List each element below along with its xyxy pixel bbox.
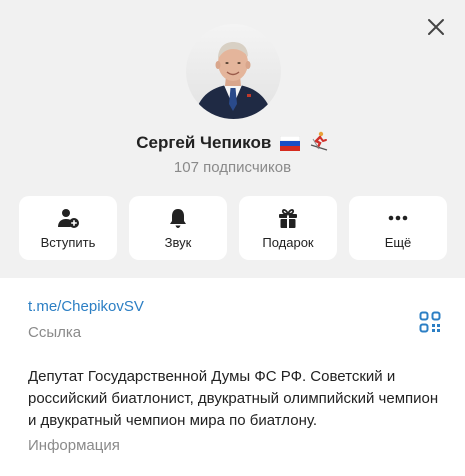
subscriber-count: 107 подписчиков [173,159,292,176]
sound-button-label: Звук [164,235,192,250]
gift-icon [279,209,297,228]
close-icon[interactable] [424,15,448,39]
gift-button-label: Подарок [262,235,314,250]
profile-header: Сергей Чепиков 107 подписчиков Вступить … [0,0,465,278]
description-caption: Информация [28,437,120,454]
more-icon [388,215,408,221]
channel-description: Депутат Государственной Думы ФС РФ. Сове… [28,368,439,429]
qr-code-icon[interactable] [419,311,441,333]
link-caption: Ссылка [28,324,82,341]
skier-icon [309,131,329,156]
russia-flag-icon [279,135,301,156]
avatar[interactable] [186,24,281,119]
profile-name: Сергей Чепиков [136,133,272,152]
channel-link[interactable]: t.me/ChepikovSV [28,298,144,315]
action-bar: Вступить Звук Подарок Ещё [19,196,447,260]
more-button[interactable]: Ещё [349,196,447,260]
sound-button[interactable]: Звук [129,196,227,260]
more-button-label: Ещё [384,235,412,250]
profile-name-row: Сергей Чепиков [0,131,465,156]
join-button-label: Вступить [40,235,96,250]
bell-icon [170,209,186,228]
gift-button[interactable]: Подарок [239,196,337,260]
add-user-icon [58,209,79,228]
join-button[interactable]: Вступить [19,196,117,260]
